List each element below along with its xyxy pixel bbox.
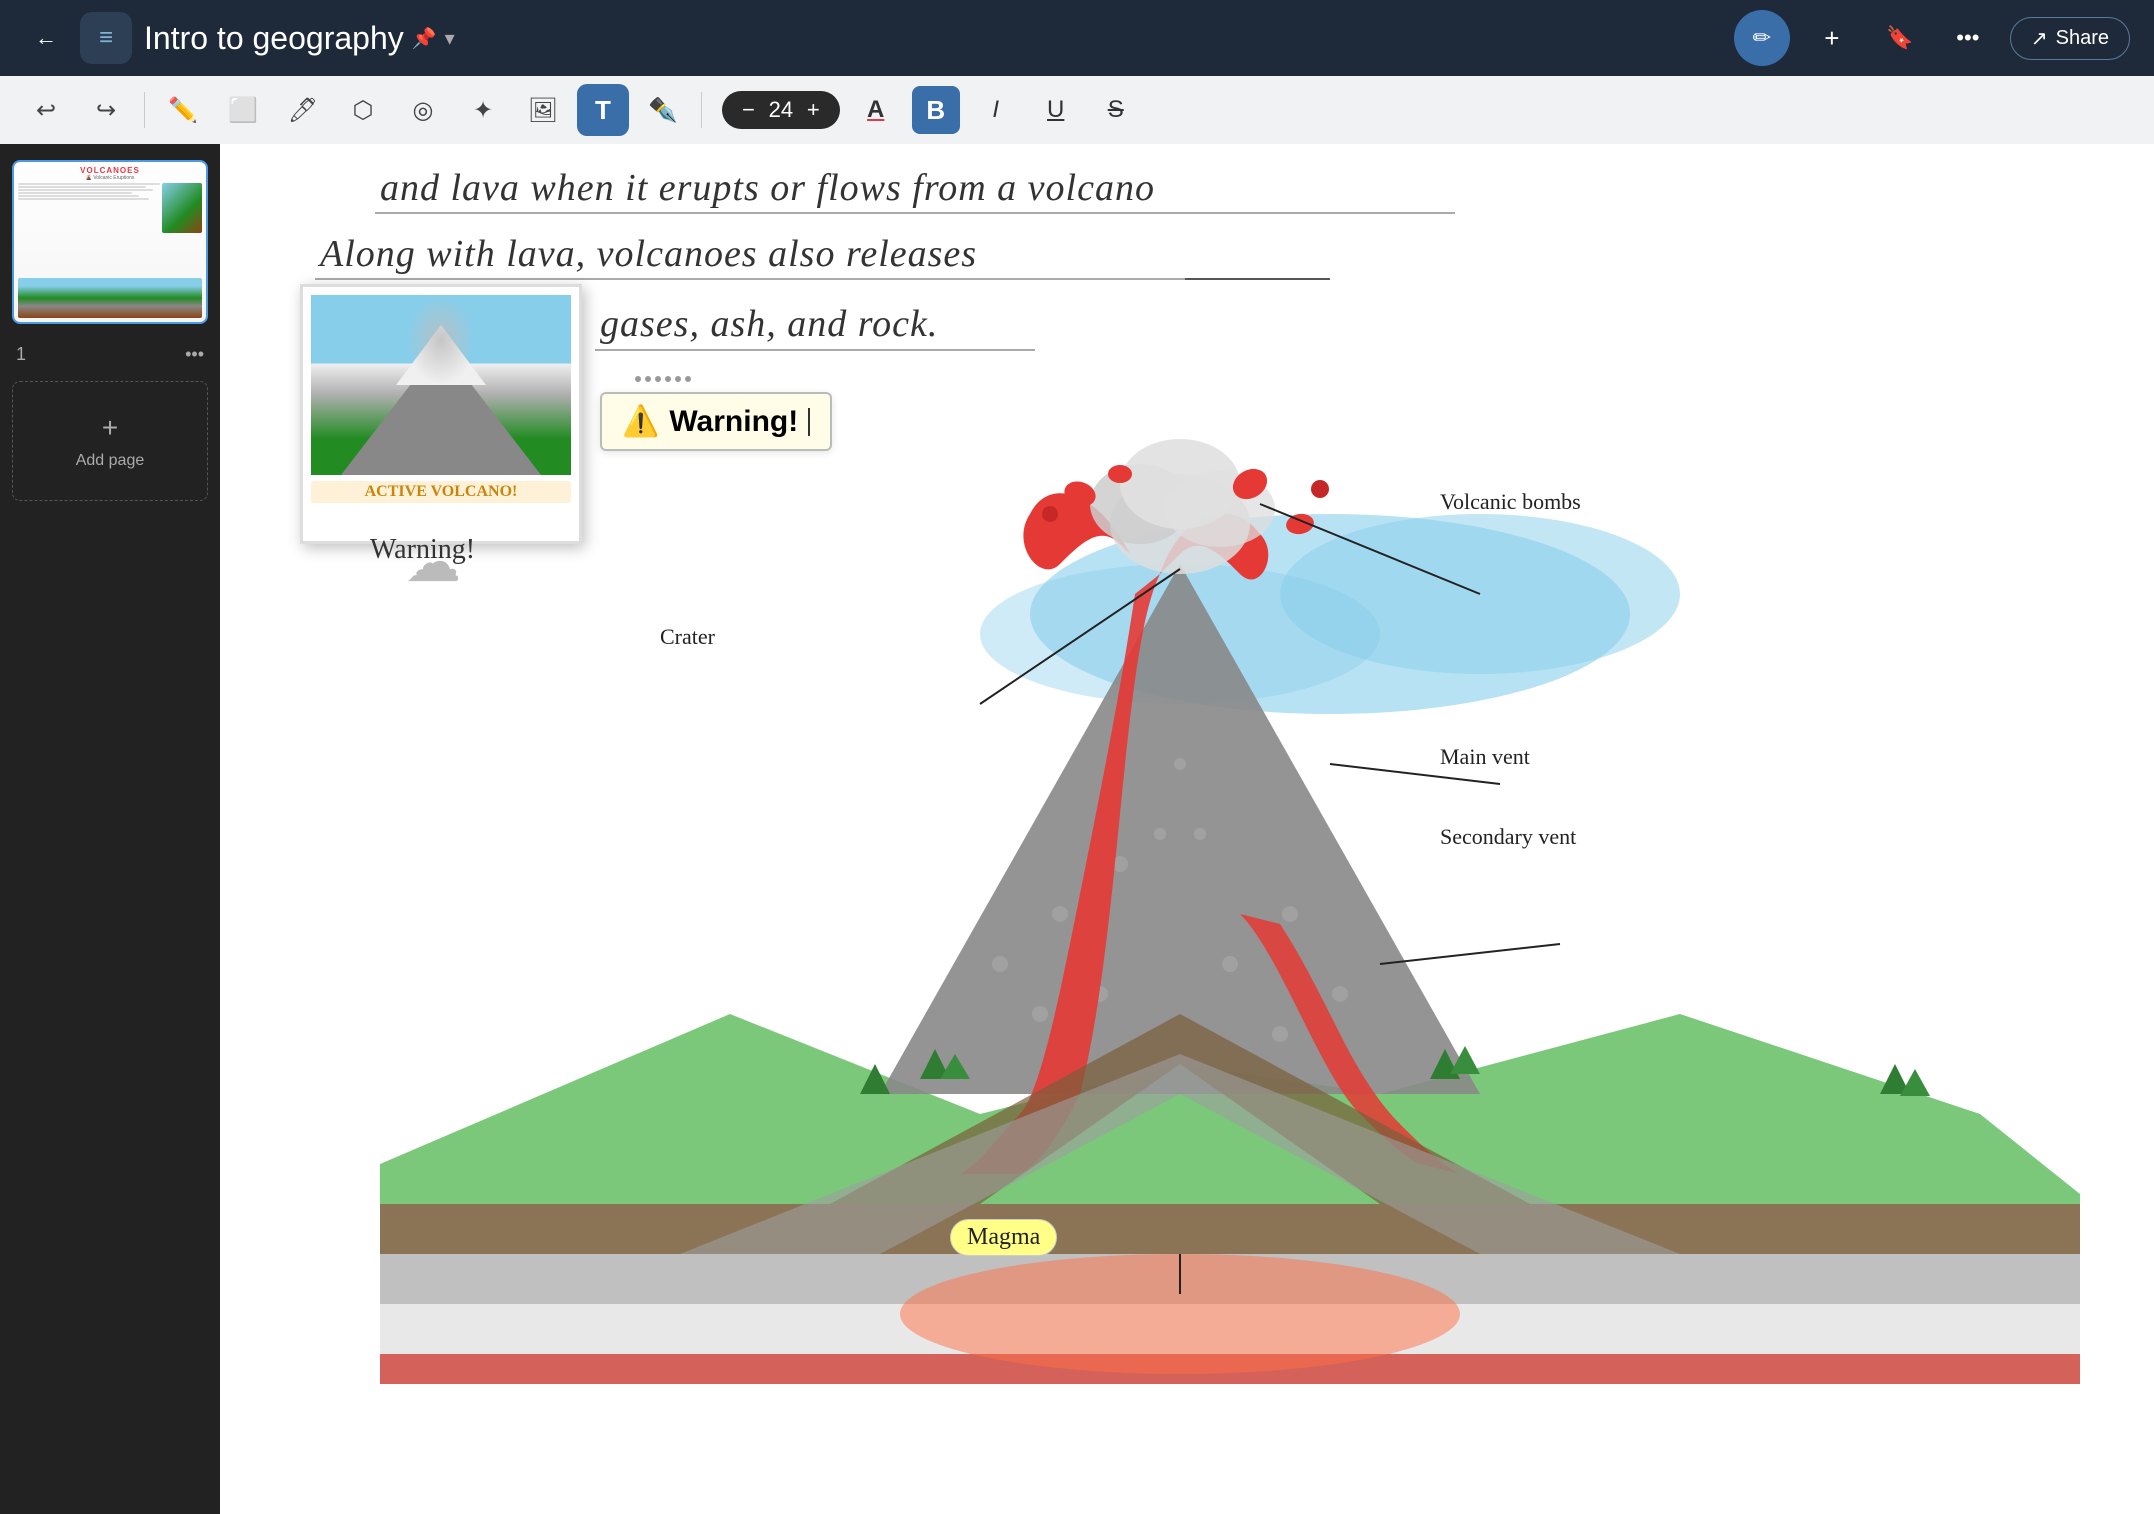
font-size-control: − 24 + (722, 91, 840, 129)
underline-line1 (375, 212, 1455, 214)
undo-button[interactable]: ↩ (20, 84, 72, 136)
back-button[interactable]: ← (24, 16, 68, 60)
page-number: 1 (16, 344, 26, 365)
pencil-tool-button[interactable]: ✏ (1734, 10, 1790, 66)
header-left: ← ≡ Intro to geography 📌 ▾ (24, 12, 1718, 64)
bold-icon: B (926, 95, 945, 126)
strikethrough-icon: S (1108, 96, 1124, 124)
thumbnail-image: VOLCANOES 🌋 Volcanic Eruptions (14, 162, 206, 322)
text-tool-button[interactable]: T (577, 84, 629, 136)
magma-label: Magma (950, 1219, 1057, 1256)
underline-button[interactable]: U (1032, 86, 1080, 134)
volcanic-bombs-label: Volcanic bombs (1440, 489, 1581, 515)
redo-icon: ↪ (96, 96, 116, 125)
title-area: Intro to geography 📌 ▾ (144, 20, 455, 57)
image-button[interactable]: 🖼 (517, 84, 569, 136)
secondary-vent-label: Secondary vent (1440, 824, 1576, 850)
font-size-increase[interactable]: + (803, 97, 824, 123)
bold-button[interactable]: B (912, 86, 960, 134)
pin-icon: 📌 (412, 26, 437, 51)
text-line-2: Along with lava, volcanoes also releases (320, 232, 977, 276)
text-line-1: and lava when it erupts or flows from a … (380, 166, 1155, 210)
separator-2 (701, 92, 702, 128)
italic-icon: I (992, 96, 999, 124)
main: VOLCANOES 🌋 Volcanic Eruptions (0, 144, 2154, 1514)
underline-line2 (315, 278, 1185, 280)
pen-tool-button[interactable]: ✏️ (157, 84, 209, 136)
pencil-icon: ✏ (1753, 25, 1771, 51)
add-icon: + (1824, 23, 1839, 54)
italic-button[interactable]: I (972, 86, 1020, 134)
title-chevron-icon[interactable]: ▾ (445, 26, 455, 51)
font-size-decrease[interactable]: − (738, 97, 759, 123)
underline-line3 (595, 349, 1035, 351)
marker-icon: 🖊 (288, 96, 318, 125)
page-number-row: 1 ••• (12, 340, 208, 365)
lasso-icon: ⬡ (353, 96, 374, 125)
undo-icon: ↩ (36, 96, 56, 125)
add-page-label: Add page (76, 452, 145, 470)
add-page-button[interactable]: + Add page (12, 381, 208, 501)
pencil2-icon: ✒️ (648, 96, 678, 125)
page-1-thumbnail[interactable]: VOLCANOES 🌋 Volcanic Eruptions (12, 160, 208, 324)
redo-button[interactable]: ↪ (80, 84, 132, 136)
underline-icon: U (1047, 96, 1064, 124)
toolbar: ↩ ↪ ✏️ ⬜ 🖊 ⬡ ◎ ✦ 🖼 T ✒️ − 24 + A B I (0, 76, 2154, 144)
strikethrough-button[interactable]: S (1092, 86, 1140, 134)
star-icon: ✦ (473, 96, 493, 125)
marker-button[interactable]: 🖊 (277, 84, 329, 136)
text-icon: T (595, 95, 611, 126)
back-icon: ← (35, 25, 57, 51)
pen-icon: ✏️ (168, 96, 198, 125)
header: ← ≡ Intro to geography 📌 ▾ ✏ + 🔖 ••• ↗ S… (0, 0, 2154, 76)
text-line-3: gases, ash, and rock. (600, 302, 938, 346)
separator-1 (144, 92, 145, 128)
page-title: Intro to geography (144, 20, 404, 57)
bookmark-button[interactable]: 🔖 (1874, 12, 1926, 64)
volcano-diagram (280, 414, 2110, 1384)
image-icon: 🖼 (528, 96, 558, 125)
star-button[interactable]: ✦ (457, 84, 509, 136)
lasso-button[interactable]: ⬡ (337, 84, 389, 136)
thumb-title: VOLCANOES (18, 166, 202, 175)
page-more-icon[interactable]: ••• (185, 344, 204, 365)
canvas-content: and lava when it erupts or flows from a … (220, 144, 2154, 1514)
more-icon: ••• (1956, 25, 1979, 51)
more-button[interactable]: ••• (1942, 12, 1994, 64)
eraser-icon: ⬜ (228, 96, 258, 125)
main-vent-label: Main vent (1440, 744, 1530, 770)
share-label: Share (2056, 27, 2109, 50)
notebook-icon: ≡ (80, 12, 132, 64)
add-button[interactable]: + (1806, 12, 1858, 64)
shape-icon: ◎ (413, 96, 434, 125)
eraser-button[interactable]: ⬜ (217, 84, 269, 136)
crater-label: Crater (660, 624, 715, 650)
share-button[interactable]: ↗ Share (2010, 17, 2130, 60)
bookmark-icon: 🔖 (1886, 25, 1913, 51)
add-page-icon: + (102, 412, 118, 444)
font-size-value: 24 (765, 97, 797, 123)
font-color-button[interactable]: A (852, 86, 900, 134)
sidebar: VOLCANOES 🌋 Volcanic Eruptions (0, 144, 220, 1514)
font-color-icon: A (867, 96, 884, 124)
canvas-area[interactable]: and lava when it erupts or flows from a … (220, 144, 2154, 1514)
header-right: ✏ + 🔖 ••• ↗ Share (1734, 10, 2130, 66)
drag-handle[interactable] (635, 376, 691, 382)
shape-button[interactable]: ◎ (397, 84, 449, 136)
pencil2-button[interactable]: ✒️ (637, 84, 689, 136)
share-arrow-icon: ↗ (2031, 26, 2048, 51)
